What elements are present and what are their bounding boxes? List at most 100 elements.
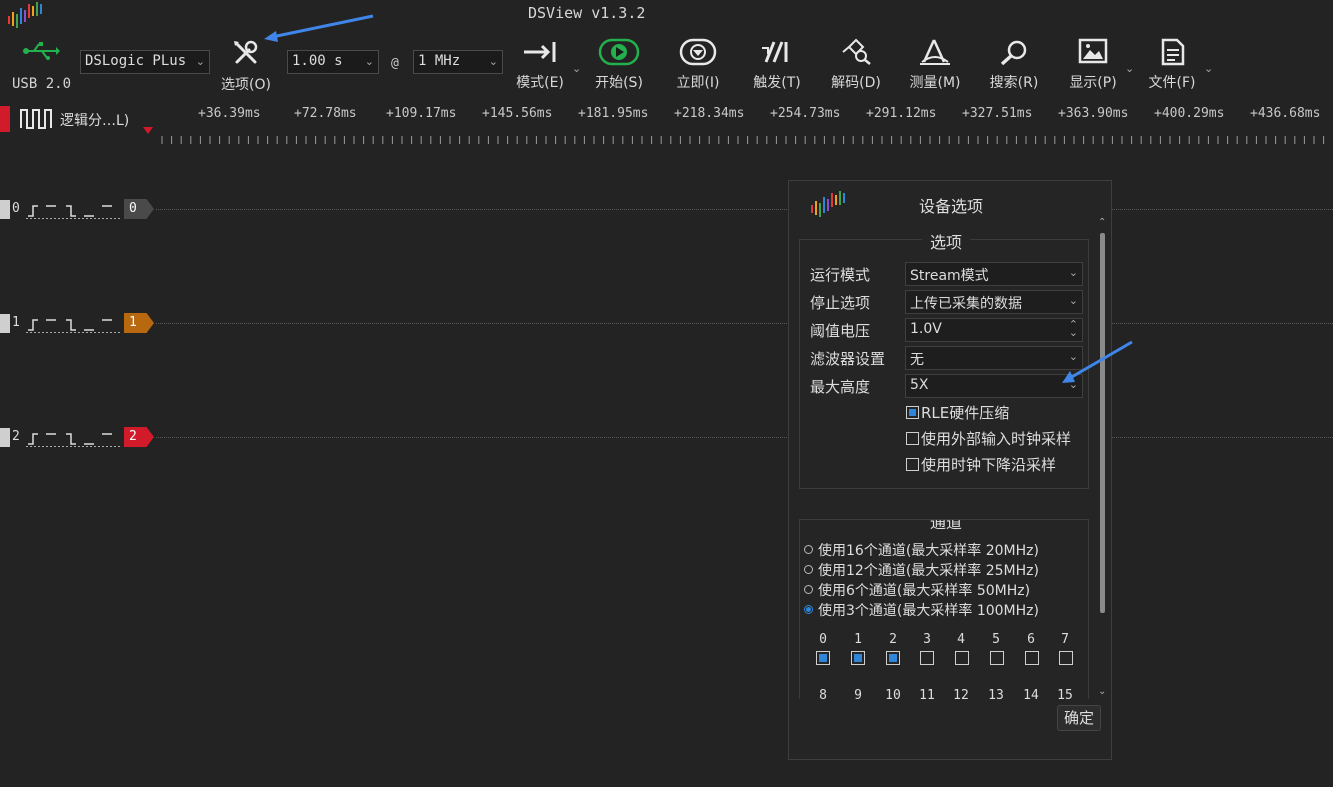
spin-arrows-icon[interactable]: ⌃ ⌄ — [1069, 319, 1078, 338]
display-dropdown-chevron-icon[interactable]: ⌄ — [1125, 62, 1134, 75]
options-button[interactable]: 选项(O) — [216, 38, 276, 98]
channel-group-name[interactable]: 逻辑分…L) — [60, 110, 129, 130]
channel-enable-checkbox[interactable] — [990, 651, 1004, 665]
threshold-spinbox[interactable]: 1.0V ⌃ ⌄ — [905, 318, 1083, 342]
filter-select[interactable]: 无 ⌄ — [905, 346, 1083, 370]
channel-number: 11 — [919, 688, 935, 699]
radio-off-icon[interactable] — [804, 585, 813, 594]
mode-dropdown-chevron-icon[interactable]: ⌄ — [572, 62, 581, 75]
display-button[interactable]: 显示(P) — [1063, 38, 1123, 98]
measure-button[interactable]: 测量(M) — [905, 38, 965, 98]
options-group-title: 选项 — [922, 229, 971, 253]
trigger-selector-icons[interactable] — [26, 429, 122, 447]
radio-off-icon[interactable] — [804, 565, 813, 574]
file-button[interactable]: 文件(F) — [1142, 38, 1202, 98]
checkbox-unchecked-icon[interactable] — [906, 432, 919, 445]
checkbox-unchecked-icon[interactable] — [906, 458, 919, 471]
chevron-down-icon: ⌄ — [1068, 350, 1078, 363]
ok-button[interactable]: 确定 — [1057, 705, 1101, 731]
channels-group: 通道 使用16个通道(最大采样率 20MHz) 使用12个通道(最大采样率 25… — [799, 519, 1089, 699]
start-button[interactable]: 开始(S) — [589, 38, 649, 98]
radio-off-icon[interactable] — [804, 545, 813, 554]
trigger-selector-icons[interactable] — [26, 315, 122, 333]
rle-compress-checkbox[interactable]: RLE硬件压缩 — [906, 402, 1009, 423]
channel-number: 13 — [988, 688, 1004, 699]
time-tick-label: +400.29ms — [1154, 106, 1225, 121]
channel-enable-checkbox[interactable] — [816, 651, 830, 665]
channel-number: 15 — [1057, 688, 1073, 699]
trigger-selector-icons[interactable] — [26, 201, 122, 219]
chevron-down-icon: ⌄ — [488, 55, 498, 68]
time-tick-label: +363.90ms — [1058, 106, 1129, 121]
wrench-screwdriver-icon — [234, 40, 258, 64]
channel-handle[interactable] — [0, 200, 10, 219]
run-mode-label: 运行模式 — [810, 266, 871, 284]
cursor-marker-icon[interactable] — [143, 127, 153, 134]
chevron-down-icon: ⌄ — [364, 55, 374, 68]
time-tick-label: +145.56ms — [482, 106, 553, 121]
group-color-marker — [0, 106, 10, 132]
channel-handle[interactable] — [0, 314, 10, 333]
device-value: DSLogic PLus — [85, 53, 187, 69]
checkbox-checked-icon[interactable] — [906, 406, 919, 419]
falling-edge-checkbox[interactable]: 使用时钟下降沿采样 — [906, 454, 1056, 475]
channel-number: 8 — [819, 688, 827, 699]
window-title: DSView v1.3.2 — [528, 4, 646, 22]
usb-status-label: USB 2.0 — [12, 76, 72, 92]
file-folder-icon — [1161, 38, 1185, 66]
scroll-down-icon[interactable]: ⌄ — [1098, 686, 1106, 697]
channel-row[interactable]: 1 1 — [0, 312, 1333, 336]
mode-button[interactable]: 模式(E) — [510, 38, 570, 98]
duration-select[interactable]: 1.00 s ⌄ — [287, 50, 379, 74]
channel-enable-checkbox[interactable] — [1059, 651, 1073, 665]
external-clock-checkbox[interactable]: 使用外部输入时钟采样 — [906, 428, 1071, 449]
decode-button[interactable]: 解码(D) — [826, 38, 886, 98]
file-dropdown-chevron-icon[interactable]: ⌄ — [1204, 62, 1213, 75]
radio-6ch[interactable]: 使用6个通道(最大采样率 50MHz) — [804, 580, 1030, 600]
channel-number: 4 — [957, 632, 965, 647]
channel-tag[interactable]: 0 — [124, 199, 154, 219]
radio-12ch[interactable]: 使用12个通道(最大采样率 25MHz) — [804, 560, 1039, 580]
channel-handle[interactable] — [0, 428, 10, 447]
filter-value: 无 — [910, 352, 924, 368]
channel-row[interactable]: 2 2 — [0, 426, 1333, 450]
time-tick-label: +291.12ms — [866, 106, 937, 121]
max-height-select[interactable]: 5X ⌄ — [905, 374, 1083, 398]
channel-enable-checkbox[interactable] — [851, 651, 865, 665]
falling-edge-label: 使用时钟下降沿采样 — [921, 456, 1057, 474]
time-tick-label: +254.73ms — [770, 106, 841, 121]
signal-line — [156, 209, 1333, 210]
channel-enable-checkbox[interactable] — [886, 651, 900, 665]
radio-3ch[interactable]: 使用3个通道(最大采样率 100MHz) — [804, 600, 1039, 620]
channel-row[interactable]: 0 0 — [0, 198, 1333, 222]
rle-compress-label: RLE硬件压缩 — [921, 404, 1010, 422]
signal-line — [156, 323, 1333, 324]
time-ruler-ticks[interactable] — [160, 132, 1333, 146]
radio-on-icon[interactable] — [804, 605, 813, 614]
channel-tag[interactable]: 1 — [124, 313, 154, 333]
device-select[interactable]: DSLogic PLus ⌄ — [80, 50, 210, 74]
run-mode-select[interactable]: Stream模式 ⌄ — [905, 262, 1083, 286]
channel-number: 12 — [953, 688, 969, 699]
samplerate-select[interactable]: 1 MHz ⌄ — [413, 50, 503, 74]
mode-label: 模式(E) — [516, 75, 564, 91]
search-button[interactable]: 搜索(R) — [984, 38, 1044, 98]
stop-option-select[interactable]: 上传已采集的数据 ⌄ — [905, 290, 1083, 314]
chevron-down-icon: ⌄ — [1068, 266, 1078, 279]
dialog-scrollbar[interactable]: ⌃ ⌄ — [1098, 217, 1106, 697]
channel-enable-checkbox[interactable] — [1025, 651, 1039, 665]
instant-button[interactable]: 立即(I) — [668, 38, 728, 98]
threshold-value: 1.0V — [910, 321, 942, 337]
radio-16ch[interactable]: 使用16个通道(最大采样率 20MHz) — [804, 540, 1039, 560]
measure-compass-icon — [920, 39, 950, 65]
time-tick-label: +218.34ms — [674, 106, 745, 121]
trigger-button[interactable]: 触发(T) — [747, 38, 807, 98]
threshold-label: 阈值电压 — [810, 322, 871, 340]
chevron-down-icon: ⌄ — [1068, 294, 1078, 307]
scroll-thumb[interactable] — [1100, 233, 1105, 613]
scroll-up-icon[interactable]: ⌃ — [1098, 217, 1106, 228]
samplerate-value: 1 MHz — [418, 53, 461, 69]
channel-enable-checkbox[interactable] — [955, 651, 969, 665]
channel-tag[interactable]: 2 — [124, 427, 154, 447]
channel-enable-checkbox[interactable] — [920, 651, 934, 665]
